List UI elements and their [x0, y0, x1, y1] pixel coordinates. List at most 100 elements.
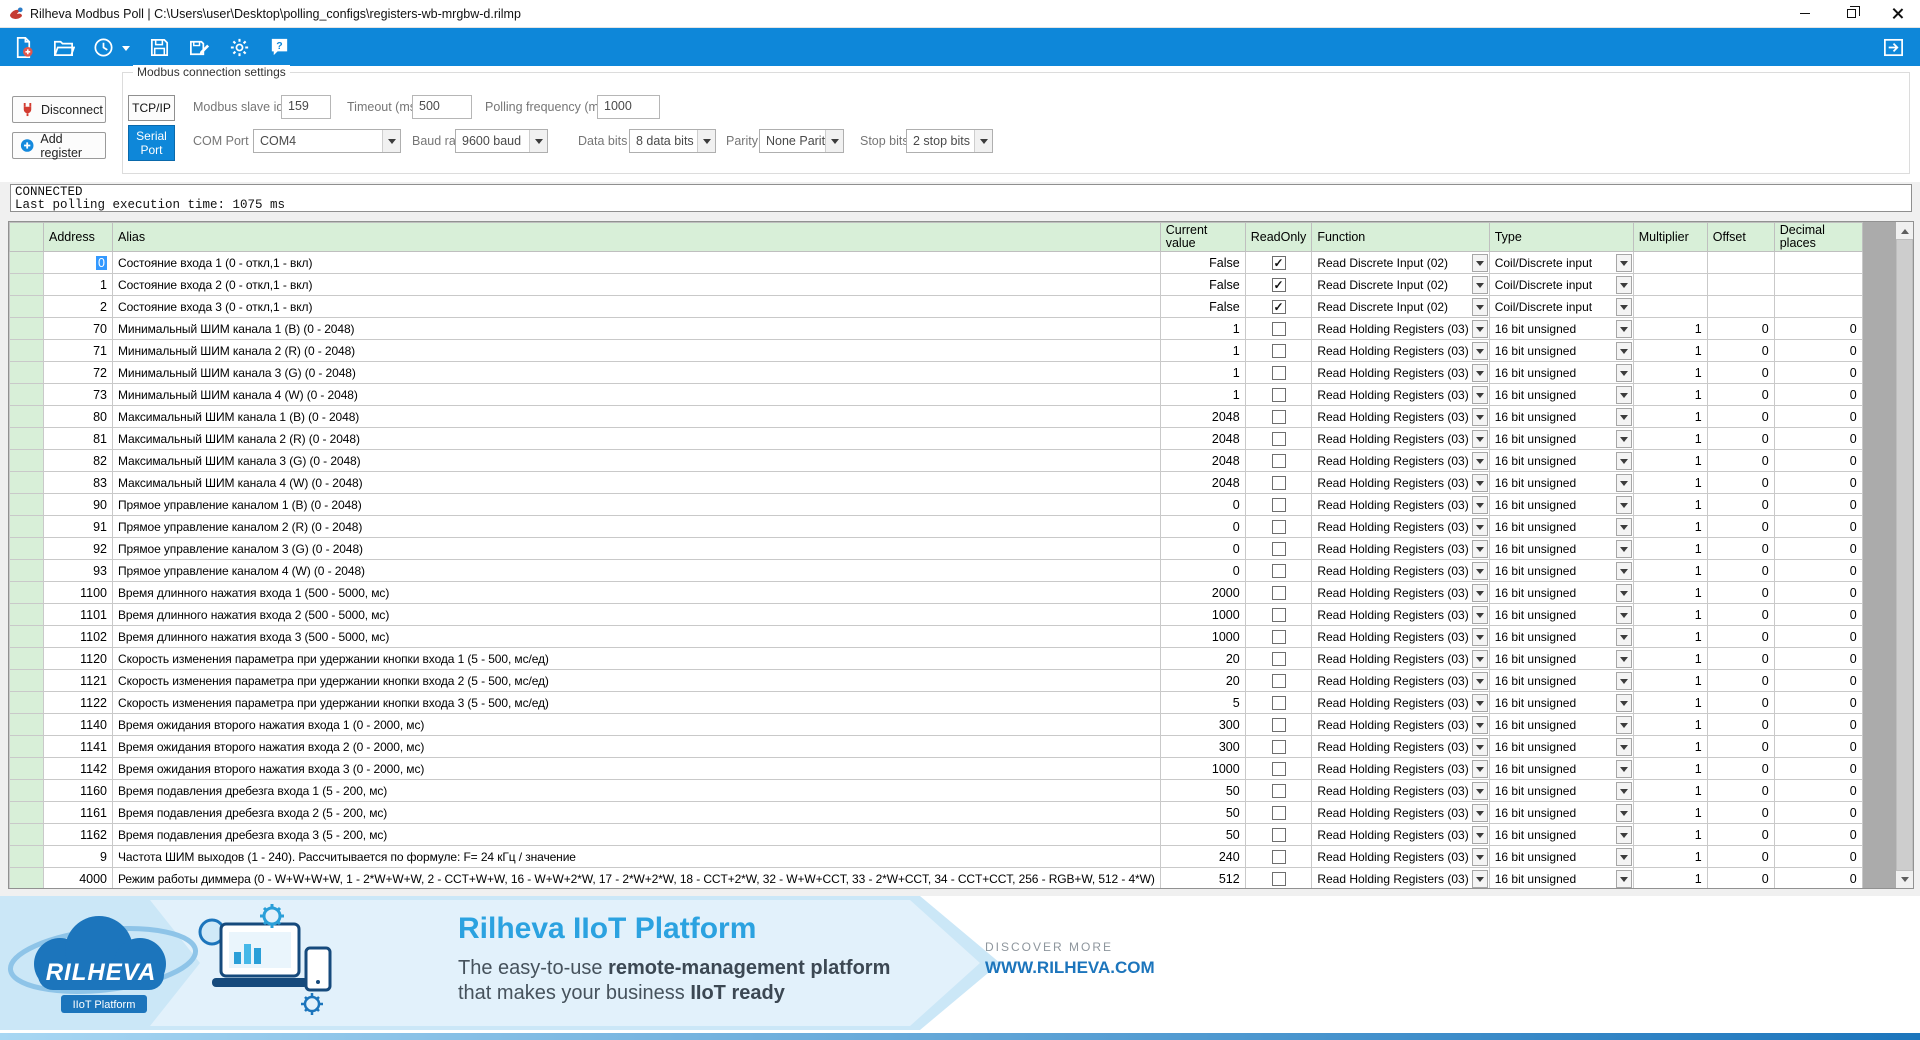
cell-type[interactable]: 16 bit unsigned [1488, 471, 1634, 494]
cell-offset[interactable]: 0 [1706, 845, 1775, 868]
dropdown-button[interactable] [1615, 869, 1632, 888]
readonly-checkbox[interactable] [1271, 365, 1286, 380]
cell-decimals[interactable]: 0 [1773, 845, 1863, 868]
cell-decimals[interactable]: 0 [1773, 647, 1863, 670]
cell-decimals[interactable]: 0 [1773, 537, 1863, 560]
row-indicator[interactable] [9, 471, 44, 494]
column-header[interactable]: Decimal places [1773, 222, 1863, 252]
table-row[interactable]: 72 Минимальный ШИМ канала 3 (G) (0 - 2048… [9, 361, 1863, 384]
cell-address[interactable]: 90 [43, 493, 113, 516]
cell-address[interactable]: 1 [43, 273, 113, 296]
cell-current-value[interactable]: 0 [1159, 559, 1246, 582]
column-header[interactable]: Address [43, 222, 113, 252]
cell-address[interactable]: 91 [43, 515, 113, 538]
cell-readonly[interactable] [1244, 471, 1313, 494]
cell-address[interactable]: 93 [43, 559, 113, 582]
cell-type[interactable]: 16 bit unsigned [1488, 801, 1634, 824]
cell-multiplier[interactable]: 1 [1632, 691, 1708, 714]
save-as-icon[interactable] [186, 34, 212, 60]
cell-address[interactable]: 1101 [43, 603, 113, 626]
cell-function[interactable]: Read Holding Registers (03) [1311, 845, 1490, 868]
cell-address[interactable]: 1120 [43, 647, 113, 670]
baud-rate-select[interactable]: 9600 baud [455, 129, 548, 153]
row-indicator[interactable] [9, 339, 44, 362]
cell-address[interactable]: 92 [43, 537, 113, 560]
cell-function[interactable]: Read Discrete Input (02) [1311, 295, 1490, 318]
cell-alias[interactable]: Время подавления дребезга входа 1 (5 - 2… [112, 779, 1161, 802]
cell-decimals[interactable]: 0 [1773, 405, 1863, 428]
cell-decimals[interactable]: 0 [1773, 603, 1863, 626]
minimize-button[interactable] [1782, 0, 1828, 27]
dropdown-button[interactable] [1471, 385, 1488, 404]
cell-type[interactable]: 16 bit unsigned [1488, 537, 1634, 560]
cell-offset[interactable]: 0 [1706, 537, 1775, 560]
cell-multiplier[interactable]: 1 [1632, 845, 1708, 868]
dropdown-button[interactable] [1471, 429, 1488, 448]
cell-decimals[interactable]: 0 [1773, 471, 1863, 494]
polling-frequency-input[interactable]: 1000 [597, 95, 660, 119]
cell-multiplier[interactable]: 1 [1632, 757, 1708, 780]
table-row[interactable]: 1121 Скорость изменения параметра при уде… [9, 669, 1863, 692]
dropdown-button[interactable] [1615, 671, 1632, 690]
cell-offset[interactable]: 0 [1706, 647, 1775, 670]
cell-alias[interactable]: Состояние входа 1 (0 - откл,1 - вкл) [112, 251, 1161, 274]
settings-gear-icon[interactable] [226, 34, 252, 60]
cell-alias[interactable]: Прямое управление каналом 3 (G) (0 - 204… [112, 537, 1161, 560]
history-dropdown-caret[interactable] [122, 45, 130, 55]
readonly-checkbox[interactable] [1271, 761, 1286, 776]
readonly-checkbox[interactable] [1271, 497, 1286, 512]
cell-readonly[interactable] [1244, 801, 1313, 824]
cell-function[interactable]: Read Holding Registers (03) [1311, 493, 1490, 516]
cell-type[interactable]: 16 bit unsigned [1488, 427, 1634, 450]
cell-offset[interactable]: 0 [1706, 713, 1775, 736]
table-row[interactable]: 1101 Время длинного нажатия входа 2 (500 … [9, 603, 1863, 626]
cell-current-value[interactable]: 2048 [1159, 427, 1246, 450]
dropdown-button[interactable] [1615, 649, 1632, 668]
cell-function[interactable]: Read Holding Registers (03) [1311, 581, 1490, 604]
readonly-checkbox[interactable] [1271, 541, 1286, 556]
cell-function[interactable]: Read Holding Registers (03) [1311, 471, 1490, 494]
cell-type[interactable]: 16 bit unsigned [1488, 339, 1634, 362]
column-header[interactable]: Offset [1706, 222, 1775, 252]
cell-decimals[interactable]: 0 [1773, 449, 1863, 472]
cell-multiplier[interactable]: 1 [1632, 625, 1708, 648]
cell-type[interactable]: 16 bit unsigned [1488, 757, 1634, 780]
cell-decimals[interactable]: 0 [1773, 735, 1863, 758]
table-row[interactable]: 1102 Время длинного нажатия входа 3 (500 … [9, 625, 1863, 648]
row-indicator[interactable] [9, 317, 44, 340]
cell-type[interactable]: 16 bit unsigned [1488, 515, 1634, 538]
cell-multiplier[interactable]: 1 [1632, 515, 1708, 538]
row-indicator[interactable] [9, 691, 44, 714]
cell-readonly[interactable] [1244, 735, 1313, 758]
new-file-icon[interactable] [10, 34, 36, 60]
readonly-checkbox[interactable] [1271, 321, 1286, 336]
cell-function[interactable]: Read Holding Registers (03) [1311, 339, 1490, 362]
close-button[interactable] [1874, 0, 1920, 27]
readonly-checkbox[interactable] [1271, 673, 1286, 688]
dropdown-button[interactable] [1615, 341, 1632, 360]
cell-alias[interactable]: Время ожидания второго нажатия входа 1 (… [112, 713, 1161, 736]
cell-address[interactable]: 1102 [43, 625, 113, 648]
dropdown-button[interactable] [1471, 649, 1488, 668]
cell-address[interactable]: 1141 [43, 735, 113, 758]
cell-decimals[interactable]: 0 [1773, 493, 1863, 516]
row-indicator[interactable] [9, 647, 44, 670]
cell-multiplier[interactable]: 1 [1632, 779, 1708, 802]
save-icon[interactable] [146, 34, 172, 60]
cell-readonly[interactable] [1244, 515, 1313, 538]
cell-current-value[interactable]: 1 [1159, 339, 1246, 362]
cell-alias[interactable]: Минимальный ШИМ канала 2 (R) (0 - 2048) [112, 339, 1161, 362]
cell-decimals[interactable]: 0 [1773, 427, 1863, 450]
dropdown-button[interactable] [1615, 583, 1632, 602]
readonly-checkbox[interactable] [1271, 343, 1286, 358]
dropdown-button[interactable] [1615, 319, 1632, 338]
cell-address[interactable]: 1140 [43, 713, 113, 736]
cell-current-value[interactable]: 20 [1159, 647, 1246, 670]
dropdown-button[interactable] [1615, 693, 1632, 712]
dropdown-button[interactable] [1471, 737, 1488, 756]
cell-readonly[interactable] [1244, 823, 1313, 846]
cell-offset[interactable]: 0 [1706, 603, 1775, 626]
cell-offset[interactable] [1706, 295, 1775, 318]
cell-function[interactable]: Read Holding Registers (03) [1311, 669, 1490, 692]
cell-alias[interactable]: Минимальный ШИМ канала 3 (G) (0 - 2048) [112, 361, 1161, 384]
